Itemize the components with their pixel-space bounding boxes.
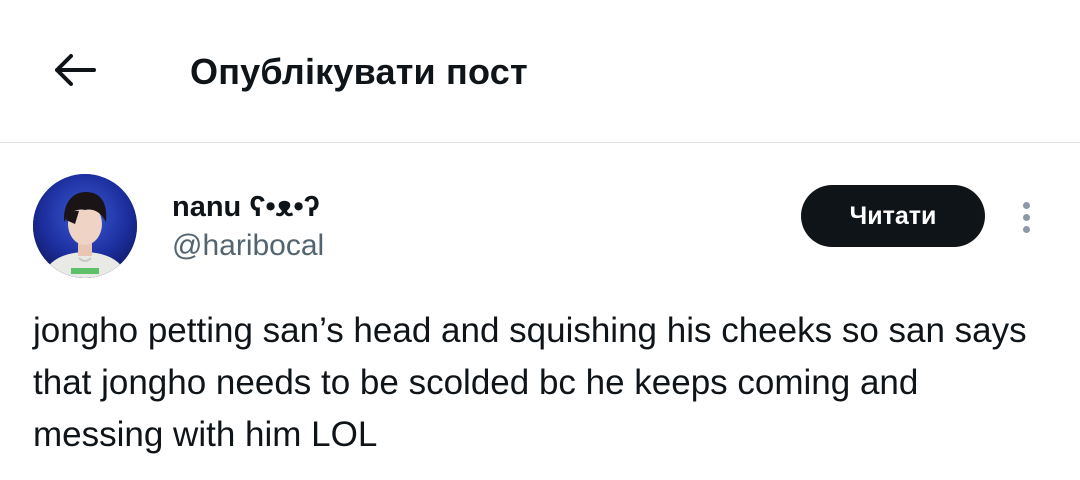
- more-vertical-icon: [1022, 213, 1030, 221]
- author-handle[interactable]: @haribocal: [172, 228, 324, 264]
- back-button[interactable]: [44, 40, 104, 100]
- page-title: Опублікувати пост: [190, 51, 528, 92]
- author-display-name[interactable]: nanu ʕ•ᴥ•ʔ: [172, 190, 320, 224]
- post-text: jongho petting san’s head and squishing …: [33, 311, 1027, 454]
- top-bar: Опублікувати пост: [0, 0, 1080, 143]
- avatar-image: [33, 174, 137, 278]
- avatar[interactable]: [33, 174, 137, 278]
- more-vertical-icon: [1022, 225, 1030, 233]
- arrow-left-icon: [55, 54, 96, 86]
- more-options-button[interactable]: [1008, 195, 1044, 239]
- more-vertical-icon: [1022, 201, 1030, 209]
- follow-button[interactable]: Читати: [801, 185, 985, 247]
